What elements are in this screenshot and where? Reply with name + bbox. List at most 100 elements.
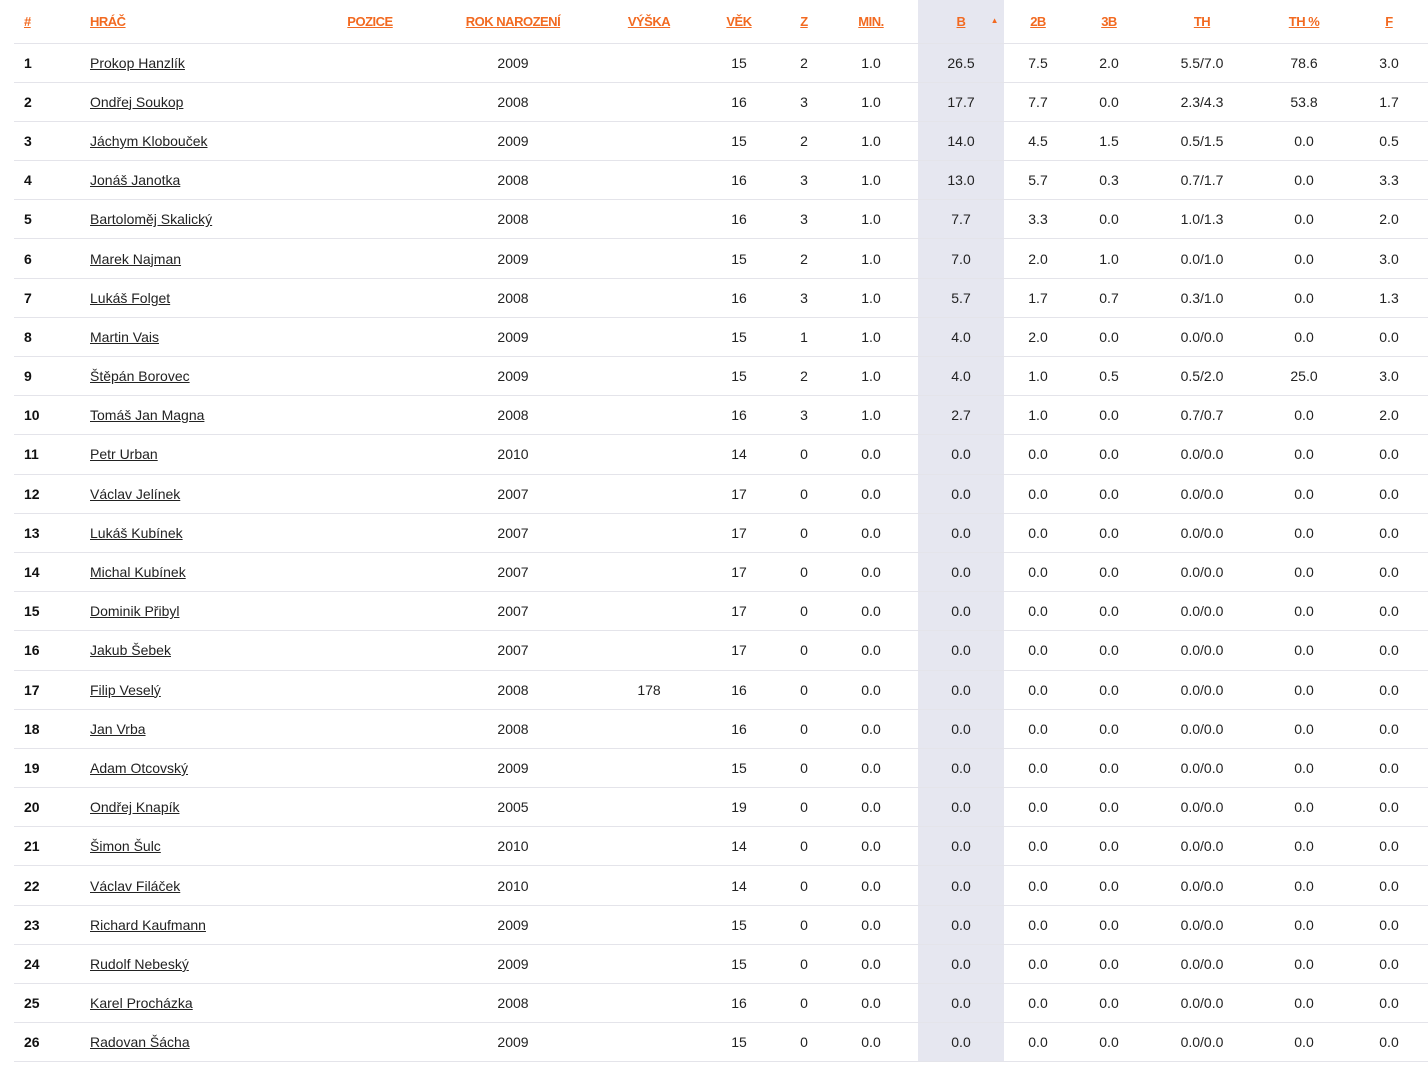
games-cell: 0: [784, 591, 824, 632]
birth-year-cell: 2009: [422, 43, 604, 83]
games-cell: 2: [784, 356, 824, 397]
player-link[interactable]: Filip Veselý: [90, 682, 161, 698]
fouls-cell: 0.0: [1350, 865, 1428, 906]
fouls-cell: 0.0: [1350, 513, 1428, 553]
player-link[interactable]: Bartoloměj Skalický: [90, 211, 212, 227]
points-cell: 26.5: [918, 43, 1004, 83]
minutes-cell: 0.0: [824, 670, 918, 710]
column-header-birth-year[interactable]: ROK NAROZENÍ: [422, 0, 604, 44]
column-header-free-throw-pct[interactable]: TH %: [1258, 0, 1350, 44]
player-name-cell: Jáchym Klobouček: [80, 121, 318, 162]
column-header-points[interactable]: B ▲: [918, 0, 1004, 44]
player-link[interactable]: Karel Procházka: [90, 995, 193, 1011]
column-header-minutes[interactable]: MIN.: [824, 0, 918, 44]
table-row: 13 Lukáš Kubínek 2007 17 0 0.0 0.0 0.0 0.0 0.0/0.…: [14, 513, 1428, 553]
games-cell: 0: [784, 826, 824, 867]
rank-cell: 10: [14, 395, 80, 436]
column-header-player[interactable]: HRÁČ: [80, 0, 318, 44]
rank-cell: 15: [14, 591, 80, 632]
points-cell: 0.0: [918, 865, 1004, 906]
table-row: 18 Jan Vrba 2008 16 0 0.0 0.0 0.0 0.0 0.0/0.0 0.0 0…: [14, 709, 1428, 749]
free-throws-cell: 0.0/0.0: [1146, 591, 1258, 632]
table-row: 5 Bartoloměj Skalický 2008 16 3 1.0 7.7 3.3 0.0 1…: [14, 199, 1428, 240]
player-link[interactable]: Ondřej Soukop: [90, 94, 183, 110]
position-cell: [318, 278, 422, 318]
player-link[interactable]: Petr Urban: [90, 446, 158, 462]
position-cell: [318, 317, 422, 358]
table-row: 11 Petr Urban 2010 14 0 0.0 0.0 0.0 0.0 0.0/0.0 0.…: [14, 434, 1428, 475]
minutes-cell: 0.0: [824, 552, 918, 593]
player-link[interactable]: Lukáš Kubínek: [90, 525, 183, 541]
height-cell: [604, 826, 694, 867]
free-throws-cell: 0.0/0.0: [1146, 670, 1258, 710]
free-throws-cell: 0.0/0.0: [1146, 944, 1258, 985]
free-throws-cell: 0.0/0.0: [1146, 474, 1258, 514]
column-header-games[interactable]: Z: [784, 0, 824, 44]
column-header-height[interactable]: VÝŠKA: [604, 0, 694, 44]
player-name-cell: Šimon Šulc: [80, 826, 318, 867]
player-link[interactable]: Jakub Šebek: [90, 642, 171, 658]
player-link[interactable]: Adam Otcovský: [90, 760, 188, 776]
player-link[interactable]: Prokop Hanzlík: [90, 55, 185, 71]
rank-cell: 13: [14, 513, 80, 553]
column-header-age[interactable]: VĚK: [694, 0, 784, 44]
column-header-rank[interactable]: #: [14, 0, 80, 44]
fouls-cell: 0.0: [1350, 552, 1428, 593]
table-row: 14 Michal Kubínek 2007 17 0 0.0 0.0 0.0 0.0 0.0/0…: [14, 552, 1428, 593]
free-throw-pct-cell: 0.0: [1258, 905, 1350, 945]
age-cell: 14: [694, 826, 784, 867]
points-cell: 0.0: [918, 787, 1004, 828]
free-throw-pct-cell: 0.0: [1258, 552, 1350, 593]
player-name-cell: Adam Otcovský: [80, 748, 318, 789]
birth-year-cell: 2008: [422, 199, 604, 240]
games-cell: 0: [784, 1022, 824, 1063]
points-cell: 7.7: [918, 199, 1004, 240]
rank-cell: 9: [14, 356, 80, 397]
column-header-free-throws[interactable]: TH: [1146, 0, 1258, 44]
player-link[interactable]: Jonáš Janotka: [90, 172, 180, 188]
birth-year-cell: 2008: [422, 670, 604, 710]
player-link[interactable]: Marek Najman: [90, 251, 181, 267]
three-pointers-cell: 0.0: [1072, 630, 1146, 671]
player-link[interactable]: Martin Vais: [90, 329, 159, 345]
free-throw-pct-cell: 0.0: [1258, 474, 1350, 514]
free-throws-cell: 0.0/0.0: [1146, 513, 1258, 553]
position-cell: [318, 865, 422, 906]
player-link[interactable]: Štěpán Borovec: [90, 368, 190, 384]
games-cell: 0: [784, 670, 824, 710]
player-link[interactable]: Richard Kaufmann: [90, 917, 206, 933]
height-cell: [604, 591, 694, 632]
player-link[interactable]: Jan Vrba: [90, 721, 146, 737]
table-row: 8 Martin Vais 2009 15 1 1.0 4.0 2.0 0.0 0.0/0.0 0.…: [14, 317, 1428, 358]
age-cell: 15: [694, 944, 784, 985]
player-name-cell: Radovan Šácha: [80, 1022, 318, 1063]
three-pointers-cell: 0.3: [1072, 160, 1146, 201]
minutes-cell: 0.0: [824, 787, 918, 828]
column-header-position[interactable]: POZICE: [318, 0, 422, 44]
three-pointers-cell: 0.0: [1072, 199, 1146, 240]
player-link[interactable]: Tomáš Jan Magna: [90, 407, 204, 423]
player-link[interactable]: Václav Jelínek: [90, 486, 180, 502]
free-throw-pct-cell: 0.0: [1258, 670, 1350, 710]
player-link[interactable]: Ondřej Knapík: [90, 799, 180, 815]
player-link[interactable]: Michal Kubínek: [90, 564, 186, 580]
player-link[interactable]: Jáchym Klobouček: [90, 133, 208, 149]
table-row: 20 Ondřej Knapík 2005 19 0 0.0 0.0 0.0 0.0 0.0/0.…: [14, 787, 1428, 828]
age-cell: 14: [694, 434, 784, 475]
player-link[interactable]: Václav Filáček: [90, 878, 180, 894]
fouls-cell: 0.0: [1350, 630, 1428, 671]
column-header-fouls[interactable]: F: [1350, 0, 1428, 44]
three-pointers-cell: 0.0: [1072, 474, 1146, 514]
player-link[interactable]: Rudolf Nebeský: [90, 956, 189, 972]
two-pointers-cell: 0.0: [1004, 630, 1072, 671]
column-header-two-pointers[interactable]: 2B: [1004, 0, 1072, 44]
free-throw-pct-cell: 78.6: [1258, 43, 1350, 83]
player-link[interactable]: Šimon Šulc: [90, 838, 161, 854]
player-link[interactable]: Radovan Šácha: [90, 1034, 190, 1050]
height-cell: [604, 552, 694, 593]
birth-year-cell: 2005: [422, 787, 604, 828]
column-header-three-pointers[interactable]: 3B: [1072, 0, 1146, 44]
player-link[interactable]: Lukáš Folget: [90, 290, 170, 306]
player-link[interactable]: Dominik Přibyl: [90, 603, 179, 619]
games-cell: 0: [784, 552, 824, 593]
